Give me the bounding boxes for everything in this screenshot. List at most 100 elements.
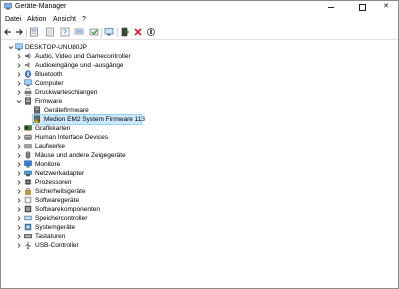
tree-item-software-devices[interactable]: Softwaregeräte bbox=[1, 196, 201, 205]
tree-item-label: Sicherheitsgeräte bbox=[35, 188, 86, 195]
close-button[interactable]: ✕ bbox=[372, 1, 399, 13]
chevron-right-icon[interactable] bbox=[16, 223, 22, 232]
tree-item-label: Laufwerke bbox=[35, 143, 65, 150]
scan-icon[interactable] bbox=[146, 27, 156, 37]
tree-item-audio-video[interactable]: Audio, Video und Gamecontroller bbox=[1, 52, 201, 61]
tree-item-label: Mäuse und andere Zeigegeräte bbox=[35, 152, 126, 159]
chevron-right-icon[interactable] bbox=[16, 133, 22, 142]
tree-item-label: Medion EM2 System Firmware 113 bbox=[44, 116, 146, 123]
tree-item-usb[interactable]: USB-Controller bbox=[1, 241, 201, 250]
tree-item-label: Netzwerkadapter bbox=[35, 170, 85, 177]
tree-item-software-components[interactable]: Softwarekomponenten bbox=[1, 205, 201, 214]
usb-icon bbox=[25, 241, 31, 249]
firmware-icon bbox=[25, 97, 31, 105]
tree-item-processors[interactable]: Prozessoren bbox=[1, 178, 201, 187]
chevron-right-icon[interactable] bbox=[16, 79, 22, 88]
chevron-right-icon[interactable] bbox=[16, 178, 22, 187]
tree-item-label: Computer bbox=[35, 80, 64, 87]
tree-item-audio-io[interactable]: Audioeingänge und -ausgänge bbox=[1, 61, 201, 70]
toolbar: ? bbox=[1, 26, 398, 39]
window-title: Geräte-Manager bbox=[15, 3, 67, 10]
chevron-right-icon[interactable] bbox=[16, 61, 22, 70]
menu-ansicht[interactable]: Ansicht bbox=[53, 15, 76, 24]
tree-item-storage-controllers[interactable]: Speichercontroller bbox=[1, 214, 201, 223]
tree-item-label: USB-Controller bbox=[35, 242, 79, 249]
speaker-icon bbox=[25, 53, 32, 59]
tree-item-hid[interactable]: Human Interface Devices bbox=[1, 133, 201, 142]
menu-help[interactable]: ? bbox=[82, 15, 86, 24]
network-icon bbox=[24, 170, 32, 177]
forward-icon[interactable] bbox=[14, 27, 24, 37]
tree-root-label: DESKTOP-UNU80JP bbox=[25, 44, 88, 51]
tree-item-monitors[interactable]: Monitore bbox=[1, 160, 201, 169]
device-manager-window: Geräte-Manager ✕ Datei Aktion Ansicht ? bbox=[0, 0, 399, 289]
menu-bar: Datei Aktion Ansicht ? bbox=[1, 14, 398, 25]
keyboard-icon bbox=[24, 234, 32, 239]
chevron-right-icon[interactable] bbox=[16, 214, 22, 223]
tree-item-bluetooth[interactable]: Bluetooth bbox=[1, 70, 201, 79]
chevron-down-icon[interactable] bbox=[16, 97, 22, 106]
tree-item-label: Bluetooth bbox=[35, 71, 63, 78]
title-bar[interactable]: Geräte-Manager ✕ bbox=[1, 1, 398, 13]
tree-item-label: Monitore bbox=[35, 161, 61, 168]
chevron-right-icon[interactable] bbox=[16, 52, 22, 61]
tree-item-label: Systemgeräte bbox=[35, 224, 76, 231]
minimize-icon bbox=[328, 7, 334, 8]
toolbar-divider bbox=[1, 39, 398, 40]
tree-item-firmware[interactable]: Firmware bbox=[1, 97, 201, 106]
chevron-right-icon[interactable] bbox=[16, 169, 22, 178]
properties-icon[interactable] bbox=[29, 27, 39, 37]
tree-item-drives[interactable]: Laufwerke bbox=[1, 142, 201, 151]
chevron-right-icon[interactable] bbox=[16, 187, 22, 196]
toolbar-separator bbox=[101, 28, 102, 37]
mouse-icon bbox=[25, 151, 31, 159]
tree-item-label: Prozessoren bbox=[35, 179, 72, 186]
uninstall-icon[interactable] bbox=[133, 27, 143, 37]
tree-item-keyboards[interactable]: Tastaturen bbox=[1, 232, 201, 241]
chevron-right-icon[interactable] bbox=[16, 124, 22, 133]
tree-item-label: Druckwarteschlangen bbox=[35, 89, 98, 96]
help-icon[interactable]: ? bbox=[60, 27, 70, 37]
tree-item-mice[interactable]: Mäuse und andere Zeigegeräte bbox=[1, 151, 201, 160]
tree-item-network[interactable]: Netzwerkadapter bbox=[1, 169, 201, 178]
menu-datei[interactable]: Datei bbox=[5, 15, 21, 24]
chevron-right-icon[interactable] bbox=[16, 160, 22, 169]
chevron-right-icon[interactable] bbox=[16, 205, 22, 214]
chevron-right-icon[interactable] bbox=[16, 241, 22, 250]
firmware-device-icon bbox=[34, 106, 40, 114]
chevron-right-icon[interactable] bbox=[16, 142, 22, 151]
add-legacy-icon[interactable] bbox=[120, 27, 130, 37]
tree-root[interactable]: DESKTOP-UNU80JP bbox=[1, 43, 201, 52]
tree-item-display-adapters[interactable]: Grafikkarten bbox=[1, 124, 201, 133]
tree-item-label: Audio, Video und Gamecontroller bbox=[35, 53, 131, 60]
display-adapter-icon bbox=[24, 125, 32, 131]
storage-controller-icon bbox=[24, 215, 32, 221]
tree-item-label: Speichercontroller bbox=[35, 215, 88, 222]
tree-item-system-devices[interactable]: Systemgeräte bbox=[1, 223, 201, 232]
scan-hardware-icon[interactable] bbox=[104, 27, 114, 37]
device-tree: DESKTOP-UNU80JP Audio, Video und Gamecon… bbox=[1, 42, 398, 288]
back-icon[interactable] bbox=[3, 27, 13, 37]
monitor-icon bbox=[24, 160, 32, 168]
chevron-right-icon[interactable] bbox=[16, 70, 22, 79]
tree-item-print-queues[interactable]: Druckwarteschlangen bbox=[1, 88, 201, 97]
chevron-right-icon[interactable] bbox=[16, 196, 22, 205]
tree-item-label: Softwarekomponenten bbox=[35, 206, 101, 213]
chevron-right-icon[interactable] bbox=[16, 151, 22, 160]
tree-item-label: Grafikkarten bbox=[35, 125, 71, 132]
tree-item-label: Human Interface Devices bbox=[35, 134, 108, 141]
update-driver-icon[interactable] bbox=[89, 27, 99, 37]
minimize-button[interactable] bbox=[317, 1, 345, 13]
show-hidden-icon[interactable] bbox=[45, 27, 55, 37]
tree-item-label: Firmware bbox=[35, 98, 63, 105]
menu-aktion[interactable]: Aktion bbox=[27, 15, 46, 24]
device-manager-app-icon bbox=[4, 3, 12, 10]
chevron-down-icon[interactable] bbox=[8, 43, 14, 52]
tree-item-security[interactable]: Sicherheitsgeräte bbox=[1, 187, 201, 196]
tree-item-medion-firmware[interactable]: Medion EM2 System Firmware 113 bbox=[1, 115, 201, 124]
chevron-right-icon[interactable] bbox=[16, 232, 22, 241]
computer-icon[interactable] bbox=[74, 27, 84, 37]
tree-item-computer[interactable]: Computer bbox=[1, 79, 201, 88]
chevron-right-icon[interactable] bbox=[16, 88, 22, 97]
warning-firmware-icon bbox=[33, 115, 40, 123]
